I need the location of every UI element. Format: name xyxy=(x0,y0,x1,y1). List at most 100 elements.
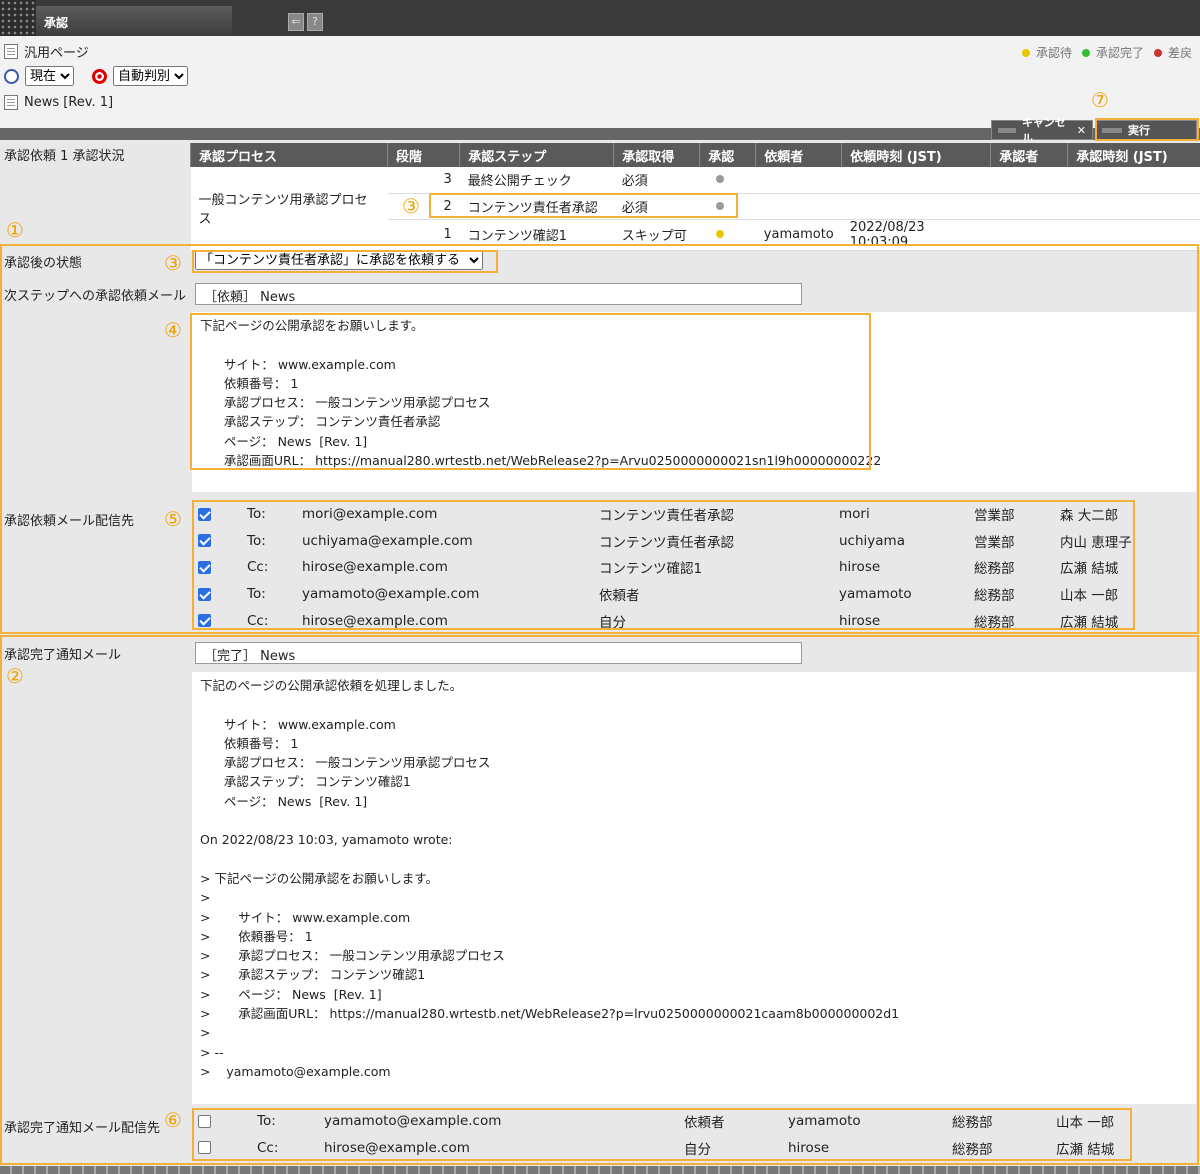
acquire-cell: スキップ可 xyxy=(613,219,700,251)
recipient-email: hirose@example.com xyxy=(302,612,448,629)
recipient-name: 内山 恵理子 xyxy=(1060,534,1132,551)
annotation-5: ⑤ xyxy=(164,507,182,531)
requester-cell xyxy=(755,167,842,194)
recipient-checkbox[interactable] xyxy=(198,614,211,628)
legend-pending: 承認待 xyxy=(1021,44,1072,61)
annotation-3a: ③ xyxy=(402,194,420,218)
stage-cell: 2 xyxy=(387,193,460,220)
recipient-checkbox[interactable] xyxy=(198,1114,211,1128)
col-process: 承認プロセス xyxy=(190,143,388,167)
recipient-email: hirose@example.com xyxy=(324,1139,470,1156)
recipient-email: uchiyama@example.com xyxy=(302,532,473,549)
recipient-role: コンテンツ責任者承認 xyxy=(599,508,734,524)
process-table-header: 承認プロセス 段階 承認ステップ 承認取得 承認 依頼者 依頼時刻 (JST) … xyxy=(190,143,1200,167)
process-table: 承認プロセス 段階 承認ステップ 承認取得 承認 依頼者 依頼時刻 (JST) … xyxy=(190,143,1200,251)
recipient-user: mori xyxy=(839,506,870,522)
after-state-select[interactable]: 「コンテンツ責任者承認」に承認を依頼する xyxy=(195,250,483,270)
annotation-7: ⑦ xyxy=(1091,88,1109,112)
recipient-email: yamamoto@example.com xyxy=(324,1113,502,1129)
recipient-type: To: xyxy=(247,586,266,603)
acquire-cell: 必須 xyxy=(613,167,700,194)
recipient-type: To: xyxy=(247,532,266,549)
recipient-checkbox[interactable] xyxy=(198,1141,211,1155)
annotation-2: ② xyxy=(6,664,24,688)
col-request-time: 依頼時刻 (JST) xyxy=(841,143,991,167)
recipient-name: 森 大二郎 xyxy=(1060,508,1119,524)
recipient-name: 広瀬 結城 xyxy=(1060,614,1119,631)
title-bar: 承認 ⇐ ? xyxy=(0,0,1200,36)
legend-rejected: 差戻 xyxy=(1153,44,1192,61)
recipient-user: yamamoto xyxy=(839,586,912,603)
clock-icon xyxy=(4,68,19,84)
page-type-row: 汎用ページ xyxy=(4,42,89,61)
annotation-6: ⑥ xyxy=(164,1108,182,1132)
recipient-email: mori@example.com xyxy=(302,506,438,522)
recipient-name: 山本 一郎 xyxy=(1060,588,1119,605)
recipient-type: Cc: xyxy=(247,559,269,576)
recipient-checkbox[interactable] xyxy=(198,507,211,521)
complete-mail-body-textarea[interactable]: 下記のページの公開承認依頼を処理しました。 サイト： www.example.c… xyxy=(192,672,1196,1104)
requester-cell xyxy=(755,193,842,220)
recipient-checkbox[interactable] xyxy=(198,560,211,574)
col-stage: 段階 xyxy=(386,143,460,167)
footer-band xyxy=(0,1166,1200,1174)
recipient-dept: 総務部 xyxy=(952,1141,993,1158)
recipient-row: To: yamamoto@example.com 依頼者 yamamoto 総務部 山本 … xyxy=(198,581,1140,607)
recipient-role: コンテンツ確認1 xyxy=(599,561,703,578)
status-dot-icon xyxy=(715,201,724,210)
recipient-row: To: mori@example.com コンテンツ責任者承認 mori 営業部 森 大二… xyxy=(198,501,1140,527)
recipient-name: 山本 一郎 xyxy=(1056,1115,1115,1131)
recipient-dept: 総務部 xyxy=(974,588,1015,605)
recipient-role: 自分 xyxy=(599,614,626,631)
col-approver: 承認者 xyxy=(990,143,1068,167)
col-requester: 依頼者 xyxy=(755,143,842,167)
step-cell: コンテンツ確認1 xyxy=(459,219,614,251)
recipient-user: uchiyama xyxy=(839,532,905,549)
recipient-checkbox[interactable] xyxy=(198,534,211,548)
complete-mail-subject-input[interactable]: ［完了］ News xyxy=(195,642,802,664)
legend-complete: 承認完了 xyxy=(1081,44,1144,61)
recipient-user: hirose xyxy=(839,612,881,629)
recipient-row: To: uchiyama@example.com コンテンツ責任者承認 uchiyam… xyxy=(198,528,1140,554)
status-dot-icon xyxy=(715,230,724,238)
page-name-row: News [Rev. 1] xyxy=(4,95,113,110)
recipient-name: 広瀬 結城 xyxy=(1056,1141,1115,1158)
status-label: 承認依頼 1 承認状況 xyxy=(4,149,125,164)
cancel-button[interactable]: キャンセル ✕ xyxy=(991,116,1093,145)
process-name: 一般コンテンツ用承認プロセス xyxy=(190,167,388,251)
annotation-1: ① xyxy=(6,218,24,242)
back-icon[interactable]: ⇐ xyxy=(288,13,304,31)
stage-cell: 3 xyxy=(387,167,460,194)
col-acquire: 承認取得 xyxy=(613,143,700,167)
recipient-type: To: xyxy=(257,1113,276,1129)
recipient-user: hirose xyxy=(839,559,881,576)
recipient-row: Cc: hirose@example.com 自分 hirose 総務部 広瀬 結城 xyxy=(198,1135,1136,1161)
recipient-row: Cc: hirose@example.com コンテンツ確認1 hirose 総務部 広瀬… xyxy=(198,554,1140,580)
table-row: 一般コンテンツ用承認プロセス 3 最終公開チェック 必須 xyxy=(190,167,1200,251)
page-edit-icon xyxy=(4,95,18,110)
execute-button[interactable]: 実行 xyxy=(1095,120,1197,140)
mode-select[interactable]: 自動判別 xyxy=(113,66,188,86)
recipient-role: 依頼者 xyxy=(599,588,640,605)
request-mail-body-textarea[interactable]: 下記ページの公開承認をお願いします。 サイト： www.example.com … xyxy=(192,312,1196,492)
recipient-row: To: yamamoto@example.com 依頼者 yamamoto 総務部 山本 … xyxy=(198,1108,1136,1134)
status-legend: 承認待 承認完了 差戻 xyxy=(1021,44,1192,61)
time-cell: 2022/08/23 10:03:09 xyxy=(841,219,991,251)
time-select[interactable]: 現在 xyxy=(25,66,74,86)
recipient-email: hirose@example.com xyxy=(302,559,448,576)
col-approve-time: 承認時刻 (JST) xyxy=(1067,143,1200,167)
help-icon[interactable]: ? xyxy=(307,13,323,31)
recipient-role: 自分 xyxy=(684,1141,711,1158)
recipient-dept: 総務部 xyxy=(974,561,1015,578)
window-tab[interactable]: 承認 xyxy=(36,6,232,36)
recipient-email: yamamoto@example.com xyxy=(302,586,480,603)
recipient-user: yamamoto xyxy=(788,1113,861,1129)
request-mail-subject-input[interactable]: ［依頼］ News xyxy=(195,283,802,305)
page-icon xyxy=(4,44,18,59)
page-name: News [Rev. 1] xyxy=(24,95,114,110)
status-dot-icon xyxy=(715,175,724,184)
annotation-3b: ③ xyxy=(164,251,182,275)
requester-cell: yamamoto xyxy=(755,219,842,251)
window-title: 承認 xyxy=(44,16,69,30)
recipient-checkbox[interactable] xyxy=(198,587,211,601)
